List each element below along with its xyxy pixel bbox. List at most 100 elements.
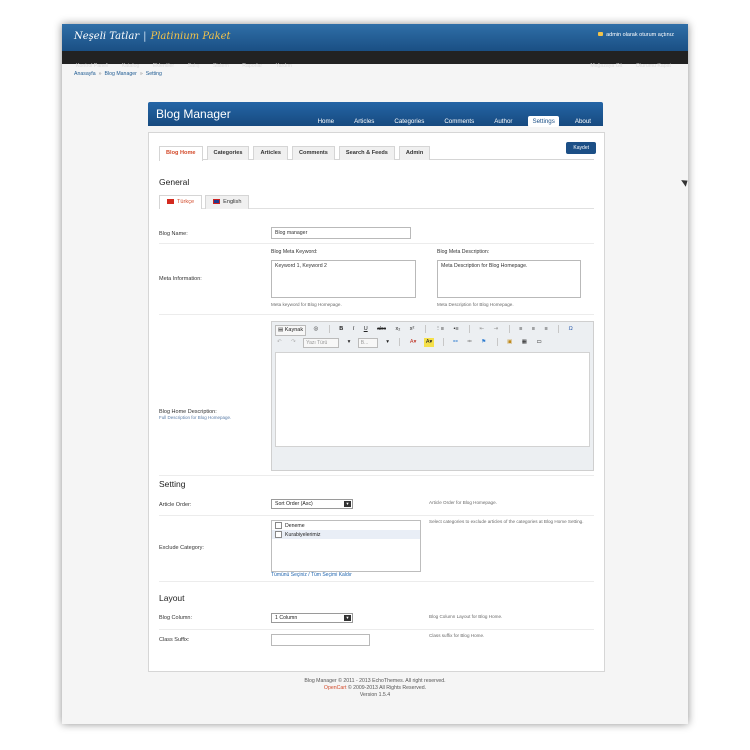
toolbar-separator [469,325,471,333]
tab-categories[interactable]: Categories [206,146,250,160]
bold-icon[interactable]: B [337,325,345,334]
preview-icon[interactable]: ◎ [312,325,321,334]
tab-search-feeds[interactable]: Search & Feeds [338,146,395,160]
subscript-icon[interactable]: x₂ [393,325,402,334]
outdent-icon[interactable]: ⇤ [478,325,487,334]
lang-tab-label: Türkçe [177,199,195,205]
settings-tabs: Blog Home Categories Articles Comments S… [159,146,594,161]
meta-description-hint: Meta Description for Blog Homepage. [437,302,514,307]
menu-item-extensions[interactable]: Eklentiler [153,63,174,69]
font-style-select[interactable]: Yazı Türü [303,338,340,348]
exclude-category-label: Exclude Category: [159,545,204,551]
underline-icon[interactable]: U [362,325,370,334]
background-color-icon[interactable]: A▾ [423,338,435,347]
menu-item-reports[interactable]: Raporlar [242,63,262,69]
menu-item-logout[interactable]: Oturumu Kapat [636,63,671,69]
category-item[interactable]: Deneme [272,521,420,530]
exclude-category-hint: Select categories to exclude articles of… [429,519,584,524]
blog-name-input[interactable]: Blog manager [271,227,411,239]
select-all-link[interactable]: Tümünü Seçiniz [271,572,307,578]
superscript-icon[interactable]: x² [408,325,417,334]
redo-icon[interactable]: ↷ [289,338,298,347]
lock-icon [598,32,604,36]
meta-description-textarea[interactable]: Meta Description for Blog Homepage. [437,260,581,298]
text-color-icon[interactable]: A▾ [408,338,418,347]
blog-column-select[interactable]: 1 Column ▼ [271,613,353,623]
special-char-icon[interactable]: Ω [567,325,575,334]
table-icon[interactable]: ▦ [520,338,529,347]
tab-articles[interactable]: Articles [253,146,288,160]
align-right-icon[interactable]: ≡ [542,325,549,334]
footer-copyright: Blog Manager © 2011 - 2013 EchoThemes. A… [304,678,446,684]
tab-admin[interactable]: Admin [398,146,431,160]
language-tabs: Türkçe English [159,195,594,209]
class-suffix-hint: Class suffix for Blog Home. [429,633,485,638]
store-brand: Neşeli Tatlar | Platinium Paket [74,31,231,42]
italic-icon[interactable]: I [351,325,357,334]
menu-item-sales[interactable]: Satış [188,63,200,69]
size-dropdown-icon[interactable]: ▾ [384,338,391,347]
nav-articles[interactable]: Articles [350,116,378,127]
breadcrumb-blog-manager[interactable]: Blog Manager [105,71,137,77]
indent-icon[interactable]: ⇥ [492,325,501,334]
login-status: admin olarak oturum açtınız [598,32,674,38]
rich-text-editor: ▤ Kaynak ◎ B I U abc x₂ x² ⋮≡ •≡ ⇤ ⇥ ≡ ≡… [271,321,594,471]
breadcrumb-home[interactable]: Anasayfa [74,71,96,77]
tab-comments[interactable]: Comments [291,146,335,160]
toolbar-separator [508,325,510,333]
undo-icon[interactable]: ↶ [275,338,284,347]
unlink-icon[interactable]: ⚮ [465,338,474,347]
nav-about[interactable]: About [571,116,595,127]
tab-blog-home[interactable]: Blog Home [159,146,203,161]
meta-keyword-label: Blog Meta Keyword: [271,249,318,255]
font-style-placeholder: Yazı Türü [306,340,328,346]
select-all-links: Tümünü Seçiniz / Tüm Seçimi Kaldır [271,572,352,578]
link-icon[interactable]: ⚯ [451,338,460,347]
menu-item-catalog[interactable]: Katalog [122,63,140,69]
style-dropdown-icon[interactable]: ▾ [346,338,353,347]
nav-author[interactable]: Author [490,116,516,127]
bulleted-list-icon[interactable]: •≡ [451,325,460,334]
article-order-select[interactable]: Sort Order (Asc) ▼ [271,499,353,509]
menu-item-go-to-store[interactable]: Mağazaya Git [590,63,622,69]
editor-content-area[interactable] [275,352,590,447]
align-center-icon[interactable]: ≡ [530,325,537,334]
footer-opencart-rest: © 2009-2013 All Rights Reserved. [346,685,427,691]
lang-tab-english[interactable]: English [205,195,250,209]
lang-tab-turkish[interactable]: Türkçe [159,195,203,209]
font-size-select[interactable]: B... [357,338,378,348]
article-order-row [159,493,594,516]
nav-categories[interactable]: Categories [390,116,428,127]
turkey-flag-icon [167,199,174,205]
category-checklist: Deneme Kurabiyelerimiz [271,520,421,572]
strikethrough-icon[interactable]: abc [375,325,388,334]
opencart-link[interactable]: OpenCart [324,685,347,691]
align-left-icon[interactable]: ≡ [517,325,524,334]
home-description-label: Blog Home Description: Full Description … [159,409,231,420]
home-description-sub: Full Description for Blog Homepage. [159,415,232,420]
menu-item-system[interactable]: Sistem [213,63,229,69]
class-suffix-input[interactable] [271,634,370,646]
meta-info-label: Meta Information: [159,276,202,282]
menu-item-help[interactable]: Yardım [276,63,292,69]
meta-keyword-textarea[interactable]: Keyword 1, Keyword 2 [271,260,416,298]
source-button[interactable]: ▤ Kaynak [275,325,307,336]
checkbox[interactable] [275,531,282,538]
page-footer: Blog Manager © 2011 - 2013 EchoThemes. A… [62,678,688,699]
nav-comments[interactable]: Comments [440,116,478,127]
category-item[interactable]: Kurabiyelerimiz [272,530,420,539]
meta-description-label: Blog Meta Description: [437,249,490,255]
nav-settings[interactable]: Settings [528,116,559,127]
anchor-flag-icon[interactable]: ⚑ [479,338,488,347]
horizontal-rule-icon[interactable]: ▭ [534,338,543,347]
deselect-all-link[interactable]: Tüm Seçimi Kaldır [311,572,352,578]
section-heading-general: General [159,177,190,187]
nav-home[interactable]: Home [314,116,339,127]
image-icon[interactable]: ▣ [505,338,514,347]
checkbox[interactable] [275,522,282,529]
numbered-list-icon[interactable]: ⋮≡ [433,325,446,334]
browser-window: Neşeli Tatlar | Platinium Paket admin olar… [62,24,688,724]
meta-keyword-hint: Meta keyword for Blog Homepage. [271,302,342,307]
breadcrumb-setting[interactable]: Setting [146,71,162,77]
menu-item-dashboard[interactable]: Kontrol Paneli [76,63,108,69]
